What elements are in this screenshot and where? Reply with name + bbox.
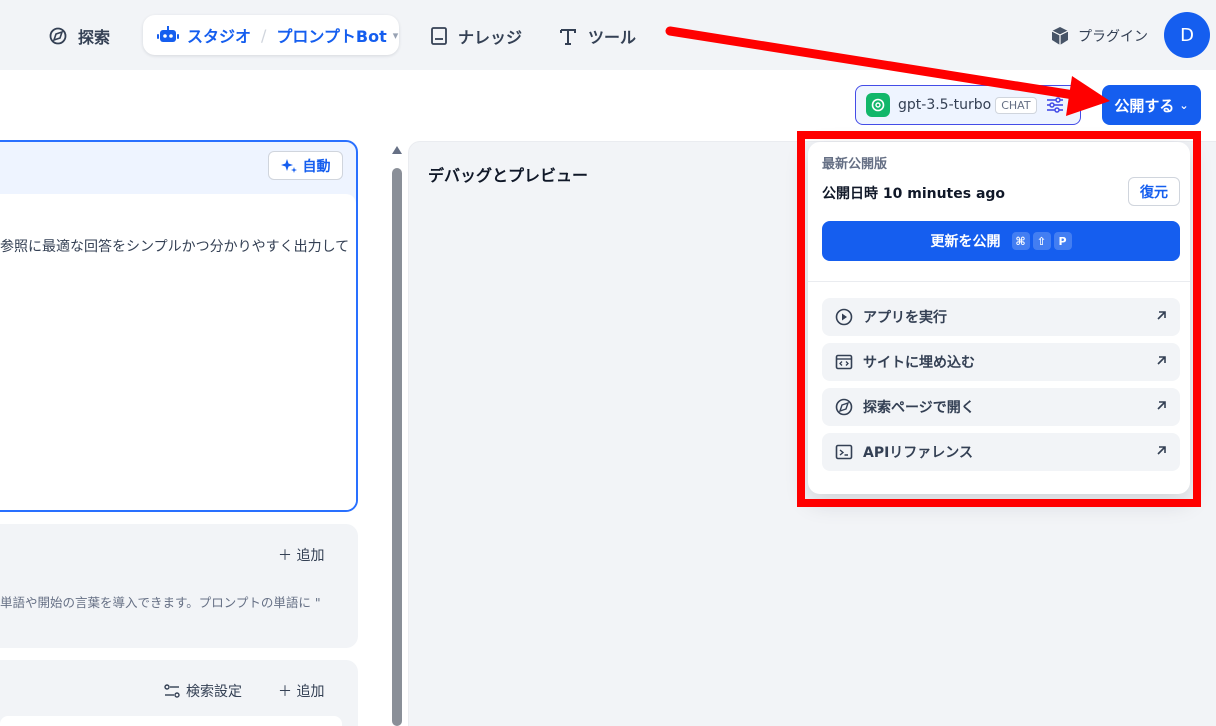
annotation-arrow <box>665 26 1110 116</box>
